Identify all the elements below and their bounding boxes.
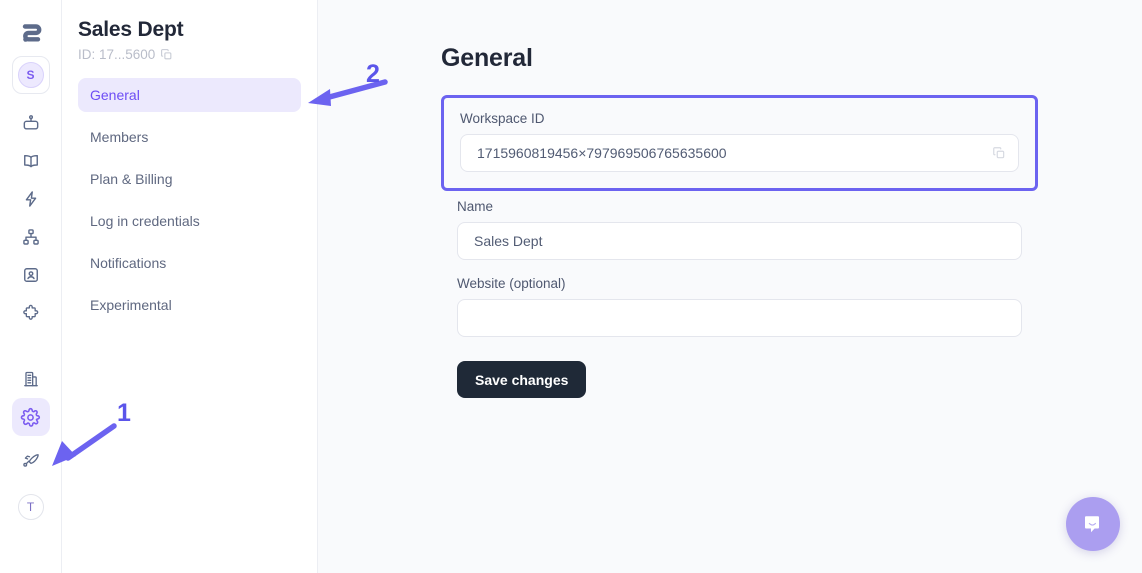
save-changes-button[interactable]: Save changes — [457, 361, 587, 398]
name-label: Name — [457, 199, 494, 214]
rail-item-organization[interactable] — [12, 360, 50, 398]
nav-item-experimental[interactable]: Experimental — [78, 288, 301, 322]
page-title: Sales Dept — [78, 18, 184, 41]
rocket-icon — [22, 454, 39, 467]
website-label: Website (optional) — [457, 276, 566, 291]
name-value: Sales Dept — [474, 233, 543, 249]
brand-logo-s[interactable] — [13, 16, 49, 52]
workspace-id-input[interactable]: 1715960819456×797969506765635600 — [460, 134, 1019, 172]
chat-bubble-icon — [1085, 516, 1099, 533]
settings-nav-panel: Sales Dept ID: 17...5600 General Members… — [62, 0, 318, 573]
rail-item-flows[interactable] — [12, 218, 50, 256]
name-input[interactable]: Sales Dept — [457, 222, 1022, 260]
nav-item-label: Plan & Billing — [90, 171, 173, 187]
user-avatar[interactable]: T — [12, 488, 50, 526]
website-input[interactable] — [457, 299, 1022, 337]
icon-rail: S T — [0, 0, 62, 573]
section-title: General — [441, 44, 533, 72]
nav-item-general[interactable]: General — [78, 78, 301, 112]
rail-item-settings[interactable] — [11, 398, 50, 436]
rail-item-automations[interactable] — [12, 180, 50, 218]
nav-item-notifications[interactable]: Notifications — [78, 246, 301, 280]
puzzle-icon — [22, 304, 38, 320]
workspace-id-value: 1715960819456×797969506765635600 — [477, 145, 727, 161]
book-icon — [23, 154, 38, 168]
rail-item-bot[interactable] — [12, 104, 50, 142]
rail-item-contacts[interactable] — [12, 256, 50, 294]
nav-item-login-credentials[interactable]: Log in credentials — [78, 204, 301, 238]
nav-item-label: Members — [90, 129, 149, 145]
annotation-number-1: 1 — [117, 399, 131, 427]
workspace-id-short: ID: 17...5600 — [78, 47, 301, 62]
nav-item-label: Experimental — [90, 297, 172, 313]
building-icon — [23, 371, 38, 387]
workspace-id-label: Workspace ID — [460, 111, 545, 126]
settings-page: S T Sales Dept ID: 17...5600 General Mem… — [0, 0, 1142, 573]
nav-item-label: Log in credentials — [90, 213, 200, 229]
nav-item-members[interactable]: Members — [78, 120, 301, 154]
website-field-block: Website (optional) — [441, 276, 1038, 337]
nav-item-plan-billing[interactable]: Plan & Billing — [78, 162, 301, 196]
rail-item-knowledge[interactable] — [12, 142, 50, 180]
rail-item-launch[interactable] — [12, 440, 50, 478]
workspace-id-short-label: ID: 17...5600 — [78, 47, 156, 62]
main-content: General Workspace ID 1715960819456×79796… — [318, 0, 1142, 573]
avatar: T — [17, 494, 44, 520]
nav-item-label: General — [90, 87, 140, 103]
lightning-icon — [25, 191, 36, 207]
name-field-block: Name Sales Dept — [441, 199, 1038, 260]
sitemap-icon — [22, 229, 39, 245]
rail-item-integrations[interactable] — [12, 294, 50, 332]
copy-icon[interactable] — [992, 146, 1006, 160]
contact-card-icon — [23, 268, 38, 282]
workspace-avatar[interactable]: S — [11, 56, 50, 94]
intercom-launcher[interactable] — [1066, 497, 1120, 551]
workspace-id-highlight: Workspace ID 1715960819456×7979695067656… — [441, 95, 1038, 191]
bot-icon — [23, 115, 38, 130]
annotation-number-2: 2 — [366, 60, 380, 88]
avatar: S — [17, 62, 44, 88]
nav-item-label: Notifications — [90, 255, 167, 271]
copy-icon[interactable] — [160, 48, 173, 61]
gear-icon — [20, 407, 41, 427]
